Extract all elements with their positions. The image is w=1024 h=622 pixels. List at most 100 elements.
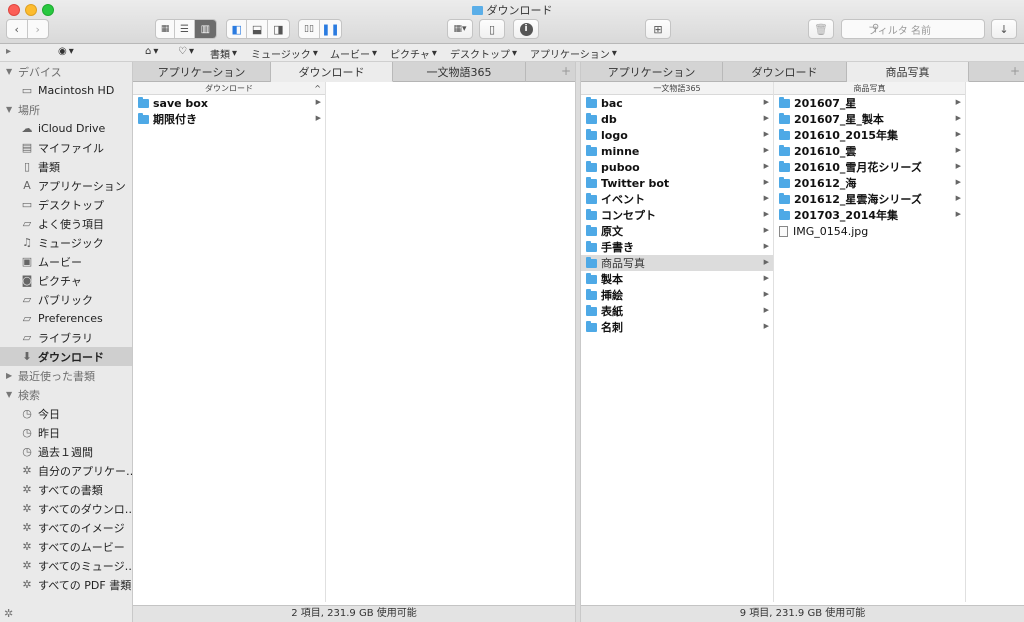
sidebar-item[interactable]: ▱ よく使う項目: [0, 214, 132, 233]
folder-row[interactable]: 201607_星_製本 ▶: [774, 111, 965, 127]
sidebar-item[interactable]: ▭ デスクトップ: [0, 195, 132, 214]
folder-row[interactable]: 201610_雲 ▶: [774, 143, 965, 159]
sidebar-item[interactable]: ▭ Macintosh HD: [0, 81, 132, 100]
forward-button[interactable]: ›: [28, 20, 48, 38]
tab-story365[interactable]: 一文物語365: [393, 62, 526, 82]
folder-row[interactable]: 原文 ▶: [581, 223, 773, 239]
sidebar-section-header[interactable]: ▼ 検索: [0, 385, 132, 404]
column-view-button[interactable]: ▥: [194, 20, 216, 38]
item-name: 201612_海: [794, 177, 857, 190]
sidebar-item[interactable]: ✲ すべてのミュージ…: [0, 556, 132, 575]
folder-row[interactable]: 商品写真 ▶: [581, 255, 773, 271]
folder-row[interactable]: 201703_2014年集 ▶: [774, 207, 965, 223]
sidebar-item[interactable]: ✲ すべての書類: [0, 480, 132, 499]
folder-row[interactable]: 挿絵 ▶: [581, 287, 773, 303]
right-panel-button[interactable]: ◨: [268, 20, 289, 38]
back-button[interactable]: ‹: [7, 20, 28, 38]
arrange-button[interactable]: ▦▾: [447, 19, 473, 39]
info-button[interactable]: i: [513, 19, 539, 39]
add-tab-icon[interactable]: +: [1010, 64, 1020, 78]
folder-row[interactable]: 201610_雪月花シリーズ ▶: [774, 159, 965, 175]
sidebar-item[interactable]: ▤ マイファイル: [0, 138, 132, 157]
path-item-applications[interactable]: アプリケーション ▾: [530, 46, 617, 61]
tab-product-photos[interactable]: 商品写真: [847, 62, 969, 82]
path-item-music[interactable]: ミュージック ▾: [251, 46, 318, 61]
folder-row[interactable]: 201612_星雲海シリーズ ▶: [774, 191, 965, 207]
path-item-desktop[interactable]: デスクトップ ▾: [450, 46, 517, 61]
folder-row[interactable]: logo ▶: [581, 127, 773, 143]
folder-row[interactable]: 名刺 ▶: [581, 319, 773, 335]
trash-button[interactable]: 🗑: [808, 19, 834, 39]
folder-row[interactable]: イベント ▶: [581, 191, 773, 207]
sidebar-toggle-icon[interactable]: ▸: [6, 46, 11, 57]
folder-row[interactable]: コンセプト ▶: [581, 207, 773, 223]
sidebar-item[interactable]: ✲ すべてのムービー: [0, 537, 132, 556]
file-row[interactable]: IMG_0154.jpg: [774, 223, 965, 239]
sidebar-item[interactable]: ◷ 昨日: [0, 423, 132, 442]
disclosure-open-icon[interactable]: ▼: [6, 105, 18, 114]
back-forward-control: ‹ ›: [6, 19, 49, 39]
sidebar-item[interactable]: ▱ パブリック: [0, 290, 132, 309]
path-item-documents[interactable]: 書類 ▾: [210, 46, 237, 61]
sidebar-item[interactable]: ☁ iCloud Drive: [0, 119, 132, 138]
folder-row[interactable]: db ▶: [581, 111, 773, 127]
download-button[interactable]: ↓: [991, 19, 1017, 39]
folder-row[interactable]: Twitter bot ▶: [581, 175, 773, 191]
sidebar-item[interactable]: ✲ 自分のアプリケー…: [0, 461, 132, 480]
sidebar-item[interactable]: ◙ ピクチャ: [0, 271, 132, 290]
left-panel-button[interactable]: ◧: [227, 20, 248, 38]
folder-row[interactable]: puboo ▶: [581, 159, 773, 175]
filter-search-field[interactable]: ⚲ フィルタ 名前: [841, 19, 985, 39]
disclosure-open-icon[interactable]: ▼: [6, 390, 18, 399]
list-view-button[interactable]: ☰: [175, 20, 195, 38]
new-folder-button[interactable]: ⊞: [645, 19, 671, 39]
sidebar-item-label: すべてのダウンロ…: [38, 502, 132, 516]
new-document-button[interactable]: ▯: [479, 19, 505, 39]
sidebar-item[interactable]: ▱ ライブラリ: [0, 328, 132, 347]
folder-row[interactable]: 表紙 ▶: [581, 303, 773, 319]
folder-row[interactable]: 201610_2015年集 ▶: [774, 127, 965, 143]
sidebar-item[interactable]: ◷ 過去１週間: [0, 442, 132, 461]
disclosure-open-icon[interactable]: ▼: [6, 67, 18, 76]
tab-downloads[interactable]: ダウンロード: [723, 62, 847, 82]
folder-row[interactable]: bac ▶: [581, 95, 773, 111]
action-menu-button[interactable]: ◉ ▾: [58, 46, 74, 57]
sidebar-item[interactable]: ▱ Preferences: [0, 309, 132, 328]
bottom-panel-button[interactable]: ⬓: [247, 20, 268, 38]
folder-row[interactable]: save box ▶: [133, 95, 325, 111]
path-item-pictures[interactable]: ピクチャ ▾: [390, 46, 437, 61]
sidebar-section-header[interactable]: ▼ 場所: [0, 100, 132, 119]
folder-row[interactable]: 201612_海 ▶: [774, 175, 965, 191]
disclosure-closed-icon[interactable]: ▶: [6, 371, 18, 380]
tab-applications[interactable]: アプリケーション: [133, 62, 271, 82]
disclosure-arrow-icon: ▶: [763, 226, 769, 234]
add-tab-icon[interactable]: +: [561, 64, 571, 78]
sidebar-item[interactable]: ✲ すべてのダウンロ…: [0, 499, 132, 518]
sidebar-section-title: 検索: [18, 388, 40, 402]
path-item-movies[interactable]: ムービー ▾: [330, 46, 377, 61]
sidebar-item[interactable]: ▯ 書類: [0, 157, 132, 176]
sidebar-item[interactable]: ♫ ミュージック: [0, 233, 132, 252]
sidebar-item[interactable]: ✲ すべての PDF 書類: [0, 575, 132, 594]
dual-pane-button[interactable]: ❚❚: [320, 20, 341, 38]
sidebar-item[interactable]: ✲ すべてのイメージ: [0, 518, 132, 537]
sidebar-item[interactable]: ◷ 今日: [0, 404, 132, 423]
sidebar-gear-icon[interactable]: ✲: [4, 607, 13, 620]
sidebar-item[interactable]: ▣ ムービー: [0, 252, 132, 271]
folder-row[interactable]: minne ▶: [581, 143, 773, 159]
folder-row[interactable]: 製本 ▶: [581, 271, 773, 287]
tab-applications[interactable]: アプリケーション: [581, 62, 723, 82]
folder-icon: [586, 224, 597, 236]
cover-flow-button[interactable]: ▯▯: [299, 20, 321, 38]
favorites-menu-button[interactable]: ♡ ▾: [178, 46, 194, 57]
folder-row[interactable]: 手書き ▶: [581, 239, 773, 255]
sidebar-item[interactable]: ⬇ ダウンロード: [0, 347, 132, 366]
sidebar-item[interactable]: A アプリケーション: [0, 176, 132, 195]
sidebar-section-header[interactable]: ▼ デバイス: [0, 62, 132, 81]
tab-downloads[interactable]: ダウンロード: [271, 62, 393, 82]
home-menu-button[interactable]: ⌂ ▾: [145, 46, 158, 57]
folder-row[interactable]: 201607_星 ▶: [774, 95, 965, 111]
icon-view-button[interactable]: ▦: [156, 20, 176, 38]
folder-row[interactable]: 期限付き ▶: [133, 111, 325, 127]
sidebar-section-header[interactable]: ▶ 最近使った書類: [0, 366, 132, 385]
